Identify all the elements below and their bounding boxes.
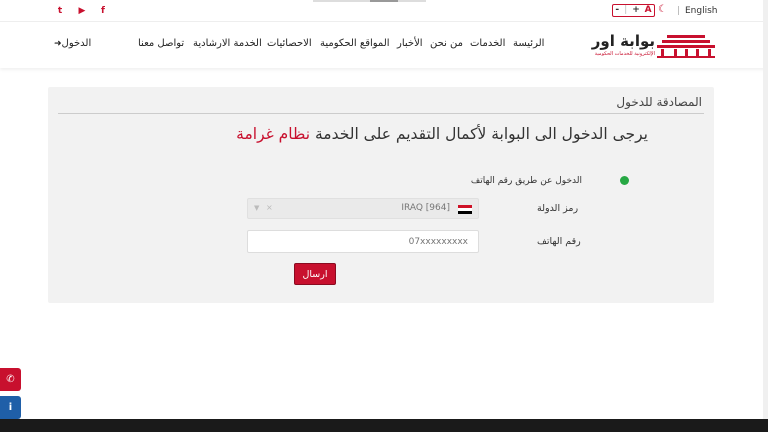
submit-button[interactable]: ارسال: [294, 263, 336, 285]
scrollbar[interactable]: [763, 0, 768, 432]
auth-headline: يرجى الدخول الى البوابة لأكمال التقديم ع…: [48, 125, 648, 143]
nav-item-about[interactable]: من نحن: [430, 38, 463, 49]
logo-mark: [657, 35, 715, 58]
sign-in-icon: ➜: [54, 39, 62, 49]
logo-subtitle: الإلكترونية للخدمات الحكومية: [594, 51, 655, 57]
youtube-icon[interactable]: ▶: [76, 5, 88, 17]
logo-name: بوابة اور: [591, 32, 655, 50]
nav-item-contact[interactable]: تواصل معنا: [138, 38, 184, 49]
clear-icon[interactable]: ×: [266, 203, 273, 212]
language-switch[interactable]: English: [685, 6, 718, 16]
auth-card: المصادقة للدخول يرجى الدخول الى البوابة …: [48, 87, 714, 303]
nav-item-news[interactable]: الأخبار: [397, 38, 423, 49]
font-divider: |: [624, 5, 628, 15]
login-method-radio[interactable]: [620, 176, 629, 185]
phone-label: رقم الهاتف: [537, 236, 581, 247]
login-method-label: الدخول عن طريق رقم الهاتف: [470, 176, 582, 186]
divider: |: [677, 6, 681, 16]
chevron-down-icon: ▼: [254, 204, 260, 212]
footer: [0, 419, 768, 432]
nav-item-home[interactable]: الرئيسة: [513, 38, 544, 49]
headline-text: يرجى الدخول الى البوابة لأكمال التقديم ع…: [314, 125, 648, 143]
phone-input[interactable]: [247, 230, 479, 253]
nav-item-guidance[interactable]: الخدمة الارشادية: [193, 38, 262, 49]
nav-item-services[interactable]: الخدمات: [470, 38, 505, 49]
moon-icon[interactable]: ☾: [658, 4, 668, 16]
top-center-handle: [370, 0, 398, 2]
twitter-icon[interactable]: t: [54, 5, 66, 17]
service-name: نظام غرامة: [236, 125, 311, 143]
site-logo[interactable]: بوابة اور الإلكترونية للخدمات الحكومية: [585, 32, 715, 60]
font-reset-button[interactable]: A: [645, 5, 652, 16]
nav-item-statistics[interactable]: الاحصائيات: [267, 38, 312, 49]
country-code-value: IRAQ [964]: [401, 203, 450, 213]
top-bar: t ▶ f - | + A ☾ | English: [0, 0, 768, 22]
font-increase-button[interactable]: +: [632, 5, 640, 16]
info-icon[interactable]: i: [0, 396, 21, 419]
font-decrease-button[interactable]: -: [615, 5, 619, 16]
login-label: الدخول: [61, 38, 92, 49]
iraq-flag-icon: [458, 205, 472, 214]
phone-icon[interactable]: ✆: [0, 368, 21, 391]
nav-item-gov-sites[interactable]: المواقع الحكومية: [320, 38, 390, 49]
facebook-icon[interactable]: f: [97, 5, 109, 17]
country-code-select[interactable]: ▼ × IRAQ [964]: [247, 198, 479, 219]
country-code-label: رمز الدولة: [537, 203, 579, 214]
auth-title: المصادقة للدخول: [616, 95, 702, 109]
title-divider: [58, 113, 704, 114]
login-link[interactable]: ➜الدخول: [52, 38, 91, 49]
font-size-controls: - | + A: [612, 4, 655, 17]
main-navbar: ➜الدخول تواصل معنا الخدمة الارشادية الاح…: [0, 22, 768, 68]
